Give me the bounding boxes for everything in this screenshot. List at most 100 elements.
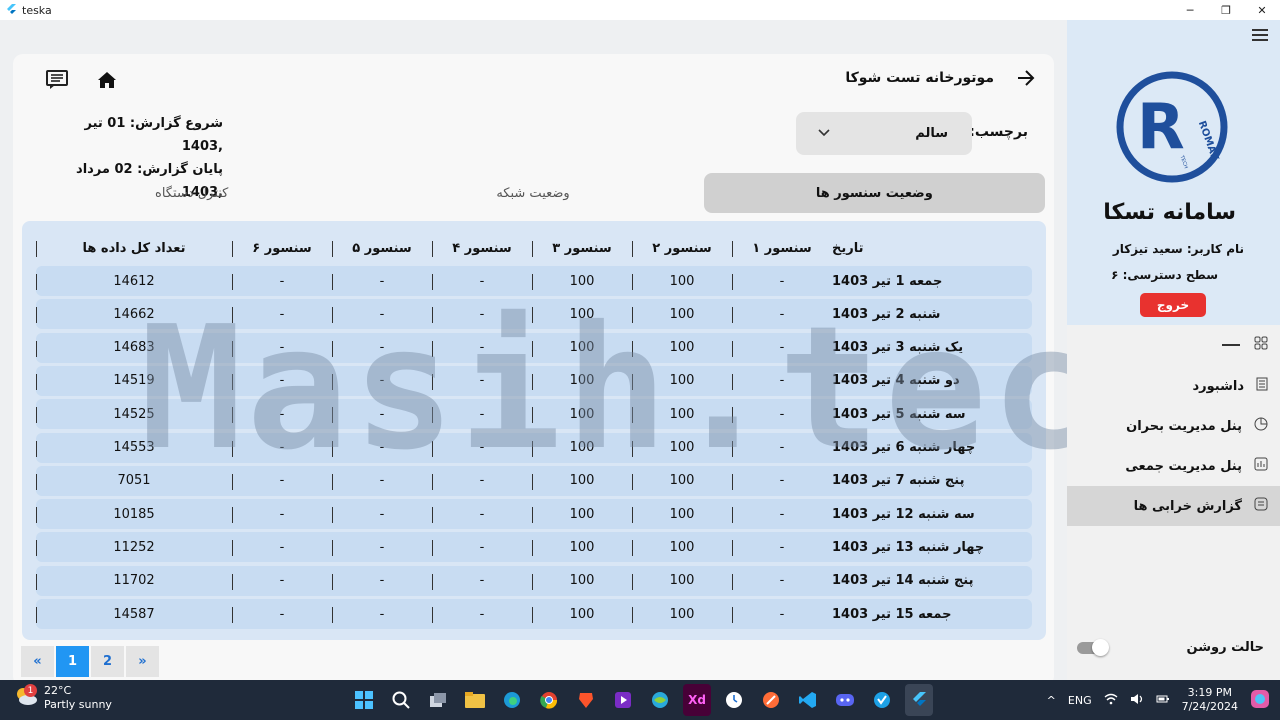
cell-sensor-3: 100 bbox=[532, 399, 632, 429]
cell-total: 10185 bbox=[36, 499, 232, 529]
battery-icon[interactable] bbox=[1156, 693, 1170, 708]
tab-device-control[interactable]: کنترل دستگاه bbox=[21, 173, 362, 213]
window-title: teska bbox=[22, 3, 52, 17]
table-row: چهار شنبه 13 تیر 1403-100 100- - -11252 bbox=[36, 532, 1032, 563]
system-title: سامانه تسکا bbox=[1103, 200, 1236, 225]
sidebar-item-crisis-panel[interactable]: پنل مدیریت بحران bbox=[1067, 406, 1280, 446]
cell-sensor-2: 100 bbox=[632, 599, 732, 629]
cell-sensor-5: - bbox=[332, 333, 432, 363]
close-button[interactable]: ✕ bbox=[1244, 0, 1280, 20]
cell-sensor-1: - bbox=[732, 466, 832, 496]
cell-total: 11252 bbox=[36, 532, 232, 562]
page-2-button[interactable]: 2 bbox=[91, 646, 124, 677]
task-view-icon[interactable] bbox=[424, 684, 452, 716]
back-arrow-icon[interactable] bbox=[1016, 68, 1036, 92]
language-indicator[interactable]: ENG bbox=[1068, 694, 1092, 707]
cell-sensor-1: - bbox=[732, 566, 832, 596]
cell-sensor-1: - bbox=[732, 333, 832, 363]
cell-date: سه شنبه 5 تیر 1403 bbox=[832, 406, 966, 422]
cell-date: چهار شنبه 6 تیر 1403 bbox=[832, 440, 976, 455]
wifi-icon[interactable] bbox=[1104, 693, 1118, 708]
cell-sensor-2: 100 bbox=[632, 433, 732, 463]
brave-icon[interactable] bbox=[572, 684, 600, 716]
theme-toggle[interactable] bbox=[1077, 638, 1109, 656]
cell-sensor-4: - bbox=[432, 599, 532, 629]
page-1-button[interactable]: 1 bbox=[56, 646, 89, 677]
file-explorer-icon[interactable] bbox=[461, 684, 489, 716]
cell-total: 14612 bbox=[36, 266, 232, 296]
cell-sensor-1: - bbox=[732, 433, 832, 463]
grid-icon bbox=[1254, 336, 1268, 354]
sidebar-item-fault-reports[interactable]: گزارش خرابی ها bbox=[1067, 486, 1280, 526]
tag-dropdown[interactable]: سالم bbox=[796, 112, 972, 155]
media-player-icon[interactable] bbox=[609, 684, 637, 716]
cell-date: پنج شنبه 7 تیر 1403 bbox=[832, 473, 965, 489]
tab-network-status[interactable]: وضعیت شبکه bbox=[362, 173, 703, 213]
tab-sensor-status[interactable]: وضعیت سنسور ها bbox=[703, 173, 1045, 213]
tab-bar: وضعیت سنسور ها وضعیت شبکه کنترل دستگاه bbox=[21, 173, 1045, 213]
cell-sensor-4: - bbox=[432, 266, 532, 296]
cell-sensor-1: - bbox=[732, 532, 832, 562]
cell-total: 14662 bbox=[36, 299, 232, 329]
globe-app-icon[interactable] bbox=[646, 684, 674, 716]
cell-sensor-4: - bbox=[432, 333, 532, 363]
copilot-icon[interactable] bbox=[1250, 689, 1270, 712]
cell-sensor-5: - bbox=[332, 366, 432, 396]
cell-sensor-4: - bbox=[432, 499, 532, 529]
header-total: تعداد کل داده ها bbox=[36, 233, 232, 263]
app-v-icon[interactable] bbox=[868, 684, 896, 716]
minimize-button[interactable]: ─ bbox=[1172, 0, 1208, 20]
cell-sensor-2: 100 bbox=[632, 399, 732, 429]
cell-sensor-4: - bbox=[432, 466, 532, 496]
header-sensor-1: سنسور ۱ bbox=[732, 233, 832, 263]
document-icon bbox=[1256, 377, 1268, 395]
clock-app-icon[interactable] bbox=[720, 684, 748, 716]
clock[interactable]: 3:19 PM 7/24/2024 bbox=[1182, 686, 1238, 714]
logout-button[interactable]: خروج bbox=[1140, 293, 1206, 317]
sidebar-item-group-panel[interactable]: پنل مدیریت جمعی bbox=[1067, 446, 1280, 486]
weather-widget[interactable]: 1 22°C Partly sunny bbox=[14, 684, 112, 712]
romak-logo: R ROMAK TECH bbox=[1116, 71, 1228, 183]
chevron-up-icon[interactable]: ^ bbox=[1047, 694, 1056, 707]
postman-icon[interactable] bbox=[757, 684, 785, 716]
windows-start-icon[interactable] bbox=[350, 684, 378, 716]
page-first-button[interactable]: « bbox=[21, 646, 54, 677]
cell-sensor-5: - bbox=[332, 499, 432, 529]
page-last-button[interactable]: » bbox=[126, 646, 159, 677]
sidebar-item-label: پنل مدیریت بحران bbox=[1126, 418, 1242, 434]
cell-date: یک شنبه 3 تیر 1403 bbox=[832, 340, 964, 356]
chevron-down-icon bbox=[818, 126, 830, 141]
sidebar-item-label: داشبورد bbox=[1192, 378, 1244, 394]
flutter-app-icon[interactable] bbox=[905, 684, 933, 716]
chrome-icon[interactable] bbox=[535, 684, 563, 716]
adobe-xd-icon[interactable]: Xd bbox=[683, 684, 711, 716]
cell-date: شنبه 2 تیر 1403 bbox=[832, 306, 941, 322]
cell-sensor-4: - bbox=[432, 366, 532, 396]
table-row: چهار شنبه 6 تیر 1403-100 100- - -14553 bbox=[36, 432, 1032, 463]
volume-icon[interactable] bbox=[1130, 693, 1144, 708]
messages-icon[interactable] bbox=[45, 68, 69, 92]
search-icon[interactable] bbox=[387, 684, 415, 716]
cell-sensor-5: - bbox=[332, 599, 432, 629]
cell-sensor-4: - bbox=[432, 399, 532, 429]
header-sensor-6: سنسور ۶ bbox=[232, 233, 332, 263]
cell-sensor-2: 100 bbox=[632, 466, 732, 496]
cell-sensor-3: 100 bbox=[532, 566, 632, 596]
table-row: شنبه 2 تیر 1403-100 100- - -14662 bbox=[36, 299, 1032, 330]
cell-date: جمعه 1 تیر 1403 bbox=[832, 273, 943, 289]
sidebar-item-dashboard[interactable]: داشبورد bbox=[1067, 366, 1280, 406]
cell-total: 14525 bbox=[36, 399, 232, 429]
home-icon[interactable] bbox=[95, 68, 119, 92]
cell-total: 14553 bbox=[36, 433, 232, 463]
discord-icon[interactable] bbox=[831, 684, 859, 716]
vscode-icon[interactable] bbox=[794, 684, 822, 716]
header-sensor-2: سنسور ۲ bbox=[632, 233, 732, 263]
notification-badge: 1 bbox=[24, 684, 37, 697]
maximize-button[interactable]: ❐ bbox=[1208, 0, 1244, 20]
edge-icon[interactable] bbox=[498, 684, 526, 716]
sidebar-collapse-row[interactable] bbox=[1222, 336, 1268, 354]
cell-sensor-6: - bbox=[232, 266, 332, 296]
menu-icon[interactable] bbox=[1252, 28, 1270, 46]
cell-sensor-2: 100 bbox=[632, 333, 732, 363]
cell-sensor-6: - bbox=[232, 366, 332, 396]
